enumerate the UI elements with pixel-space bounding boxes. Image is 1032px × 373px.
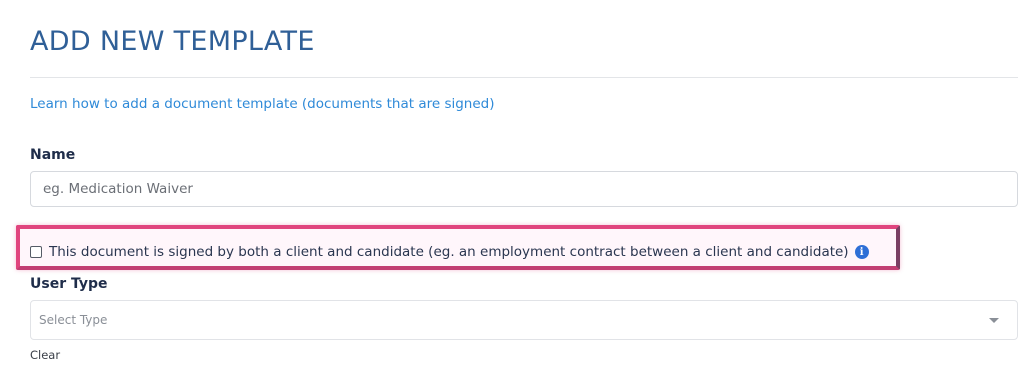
title-divider [30,77,1018,78]
caret-down-icon[interactable] [989,318,999,323]
user-type-select[interactable]: Select Type [30,300,1018,340]
page-title: ADD NEW TEMPLATE [30,26,315,57]
help-link[interactable]: Learn how to add a document template (do… [30,96,495,112]
name-input[interactable] [30,171,1018,207]
name-label: Name [30,147,76,163]
clear-button[interactable]: Clear [30,348,60,362]
signed-by-both-row: This document is signed by both a client… [30,242,869,262]
signed-by-both-checkbox[interactable] [30,246,42,258]
info-icon[interactable]: i [854,245,869,259]
signed-by-both-label[interactable]: This document is signed by both a client… [49,244,849,260]
user-type-label: User Type [30,276,108,292]
user-type-placeholder: Select Type [39,313,108,327]
